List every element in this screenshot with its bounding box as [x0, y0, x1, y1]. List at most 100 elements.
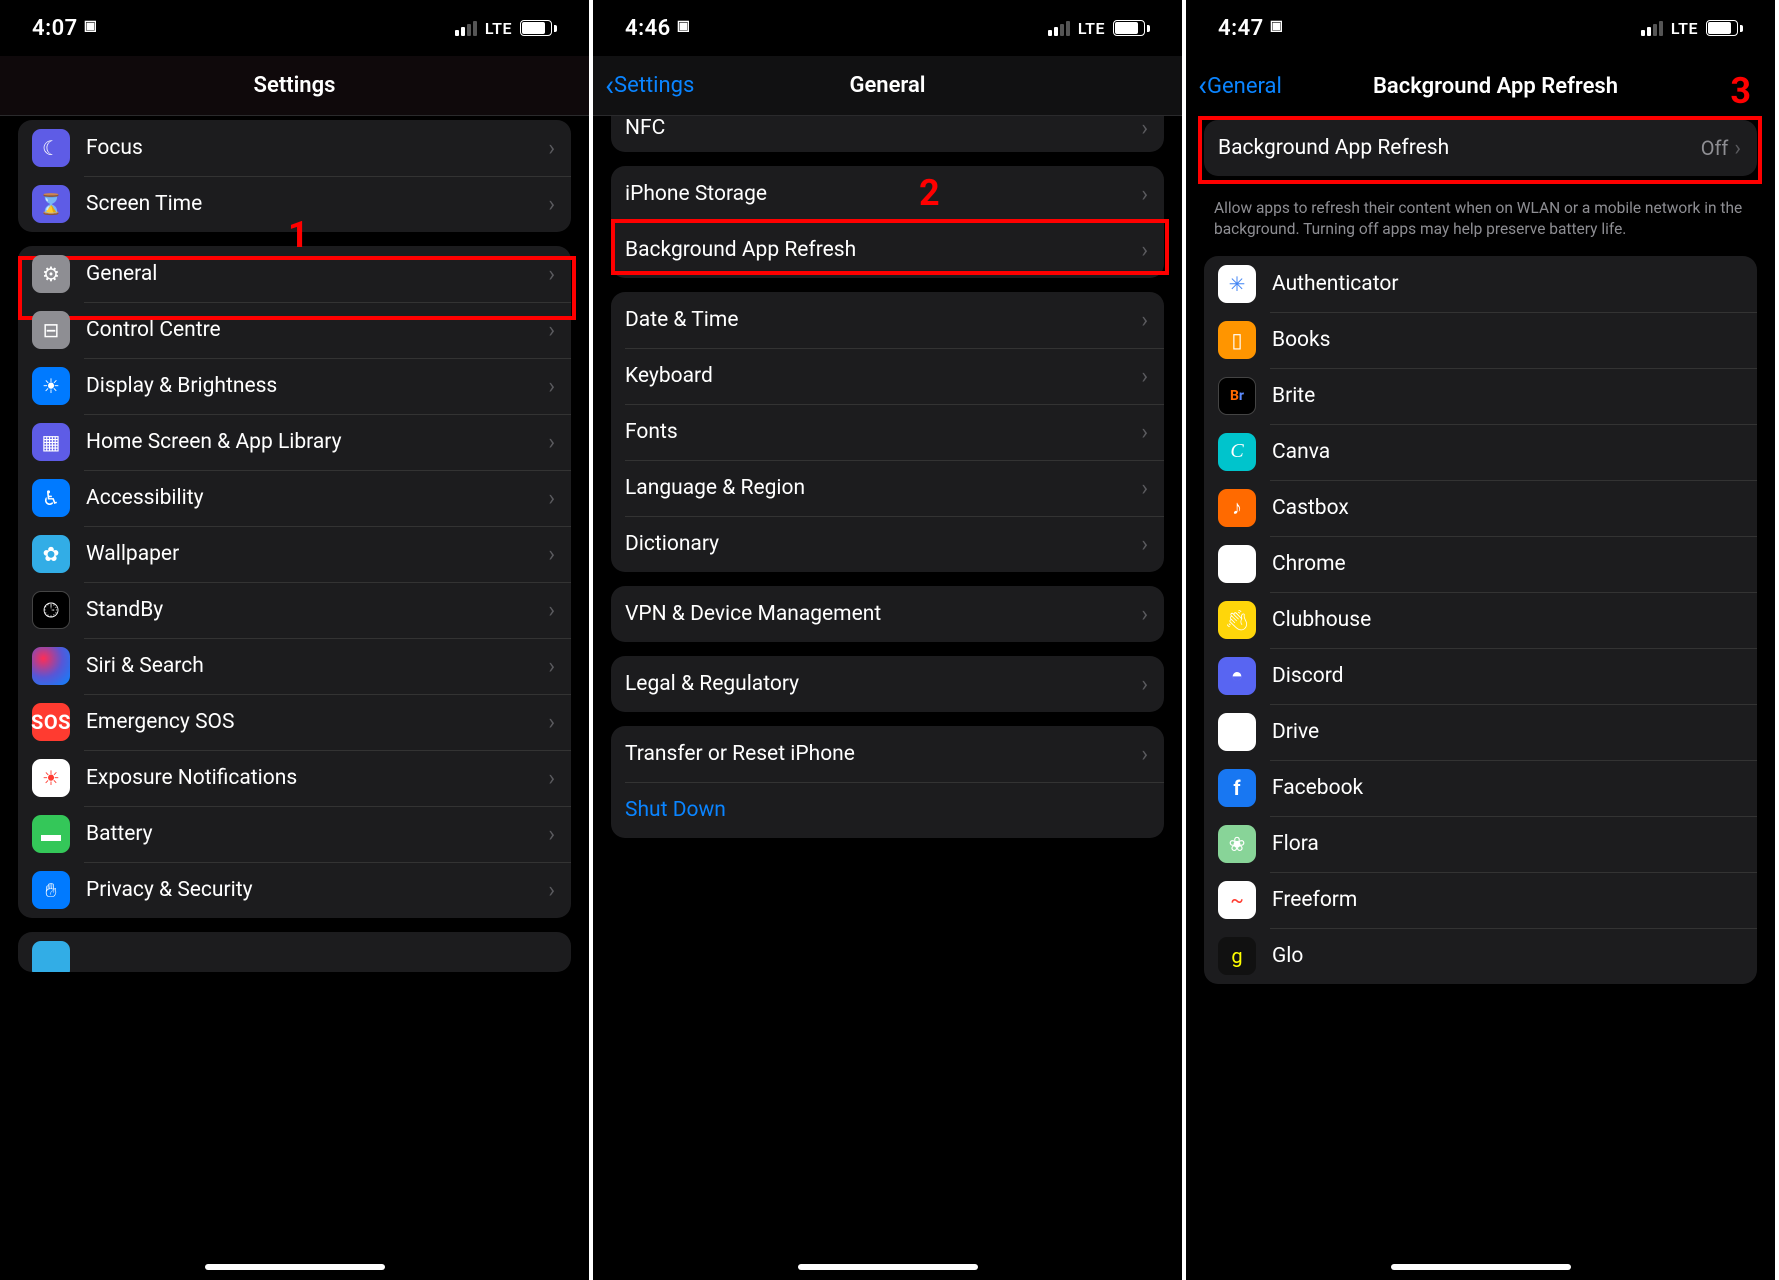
row-label: Facebook: [1272, 776, 1741, 800]
general-row-legal[interactable]: Legal & Regulatory ›: [611, 656, 1164, 712]
general-row-keyboard[interactable]: Keyboard ›: [611, 348, 1164, 404]
row-label: Clubhouse: [1272, 608, 1741, 632]
app-row-discord[interactable]: ◓ Discord: [1204, 648, 1757, 704]
row-label: Chrome: [1272, 552, 1741, 576]
battery-icon: [1706, 20, 1743, 36]
app-row-drive[interactable]: ▲ Drive: [1204, 704, 1757, 760]
chevron-right-icon: ›: [1141, 116, 1148, 141]
page-title: Settings: [254, 73, 336, 98]
settings-row-screen-time[interactable]: ⌛ Screen Time ›: [18, 176, 571, 232]
row-label: Drive: [1272, 720, 1741, 744]
app-row-flora[interactable]: ❀ Flora: [1204, 816, 1757, 872]
chevron-right-icon: ›: [548, 318, 555, 343]
app-row-chrome[interactable]: ◉ Chrome: [1204, 536, 1757, 592]
app-row-authenticator[interactable]: ✳ Authenticator: [1204, 256, 1757, 312]
general-row-fonts[interactable]: Fonts ›: [611, 404, 1164, 460]
general-row-storage[interactable]: iPhone Storage ›: [611, 166, 1164, 222]
row-label: iPhone Storage: [625, 182, 1141, 206]
gear-icon: ⚙: [32, 255, 70, 293]
discord-icon: ◓: [1218, 657, 1256, 695]
row-label: NFC: [625, 116, 1141, 140]
chevron-right-icon: ›: [1141, 238, 1148, 263]
signal-icon: [1641, 21, 1663, 36]
row-label: Glo: [1272, 944, 1741, 968]
app-row-canva[interactable]: C Canva: [1204, 424, 1757, 480]
screenshot-settings: 4:07 ▣ LTE Settings ☾ Focus › ⌛ Screen T…: [0, 0, 593, 1280]
settings-row-sos[interactable]: SOS Emergency SOS ›: [18, 694, 571, 750]
settings-row-accessibility[interactable]: ♿︎ Accessibility ›: [18, 470, 571, 526]
row-label: Screen Time: [86, 192, 548, 216]
battery-icon: ▬: [32, 815, 70, 853]
home-indicator[interactable]: [798, 1264, 978, 1270]
signal-icon: [455, 21, 477, 36]
app-row-castbox[interactable]: ♪ Castbox: [1204, 480, 1757, 536]
chevron-right-icon: ›: [548, 262, 555, 287]
settings-row-home-screen[interactable]: ▦ Home Screen & App Library ›: [18, 414, 571, 470]
general-row-transfer[interactable]: Transfer or Reset iPhone ›: [611, 726, 1164, 782]
row-label: General: [86, 262, 548, 286]
settings-row-display[interactable]: ☀ Display & Brightness ›: [18, 358, 571, 414]
footer-description: Allow apps to refresh their content when…: [1186, 190, 1775, 242]
row-label: Books: [1272, 328, 1741, 352]
general-row-language[interactable]: Language & Region ›: [611, 460, 1164, 516]
drive-icon: ▲: [1218, 713, 1256, 751]
nav-header: ‹ Settings General: [593, 56, 1182, 116]
chevron-right-icon: ›: [1141, 420, 1148, 445]
flower-icon: ✿: [32, 535, 70, 573]
settings-row-standby[interactable]: 🕒︎ StandBy ›: [18, 582, 571, 638]
general-row-bar[interactable]: Background App Refresh ›: [611, 222, 1164, 278]
home-indicator[interactable]: [205, 1264, 385, 1270]
switches-icon: ⊟: [32, 311, 70, 349]
flora-icon: ❀: [1218, 825, 1256, 863]
nav-arrow-icon: ▣: [1270, 18, 1284, 34]
grid-icon: ▦: [32, 423, 70, 461]
row-label: Keyboard: [625, 364, 1141, 388]
sun-icon: ☀: [32, 367, 70, 405]
bar-master-row[interactable]: Background App Refresh Off ›: [1204, 120, 1757, 176]
facebook-icon: f: [1218, 769, 1256, 807]
settings-row-siri[interactable]: Siri & Search ›: [18, 638, 571, 694]
books-icon: ▯: [1218, 321, 1256, 359]
app-row-books[interactable]: ▯ Books: [1204, 312, 1757, 368]
clock-icon: 🕒︎: [32, 591, 70, 629]
back-button[interactable]: ‹ Settings: [605, 71, 694, 101]
app-row-freeform[interactable]: ~ Freeform: [1204, 872, 1757, 928]
general-row-nfc[interactable]: NFC ›: [611, 116, 1164, 152]
app-row-glo[interactable]: g Glo: [1204, 928, 1757, 984]
chevron-right-icon: ›: [548, 598, 555, 623]
row-label: Discord: [1272, 664, 1741, 688]
network-label: LTE: [1078, 19, 1105, 38]
settings-row-general[interactable]: ⚙ General ›: [18, 246, 571, 302]
settings-row-wallpaper[interactable]: ✿ Wallpaper ›: [18, 526, 571, 582]
general-row-dictionary[interactable]: Dictionary ›: [611, 516, 1164, 572]
row-label: Castbox: [1272, 496, 1741, 520]
settings-row-control-centre[interactable]: ⊟ Control Centre ›: [18, 302, 571, 358]
status-bar: 4:46 ▣ LTE: [593, 0, 1182, 56]
row-label: Legal & Regulatory: [625, 672, 1141, 696]
app-icon: [32, 941, 70, 972]
back-button[interactable]: ‹ General: [1198, 71, 1282, 101]
row-label: Background App Refresh: [1218, 136, 1701, 160]
castbox-icon: ♪: [1218, 489, 1256, 527]
settings-row-battery[interactable]: ▬ Battery ›: [18, 806, 571, 862]
nav-header: ‹ General Background App Refresh 3: [1186, 56, 1775, 116]
clubhouse-icon: 👋︎: [1218, 601, 1256, 639]
back-label: General: [1207, 74, 1282, 99]
battery-icon: [1113, 20, 1150, 36]
general-row-date[interactable]: Date & Time ›: [611, 292, 1164, 348]
chevron-right-icon: ›: [548, 710, 555, 735]
app-row-facebook[interactable]: f Facebook: [1204, 760, 1757, 816]
general-row-shutdown[interactable]: Shut Down: [611, 782, 1164, 838]
chevron-right-icon: ›: [548, 374, 555, 399]
app-row-clubhouse[interactable]: 👋︎ Clubhouse: [1204, 592, 1757, 648]
settings-row-privacy[interactable]: ✋︎ Privacy & Security ›: [18, 862, 571, 918]
settings-row-exposure[interactable]: ☀ Exposure Notifications ›: [18, 750, 571, 806]
chevron-right-icon: ›: [548, 822, 555, 847]
general-row-vpn[interactable]: VPN & Device Management ›: [611, 586, 1164, 642]
row-label: Emergency SOS: [86, 710, 548, 734]
home-indicator[interactable]: [1391, 1264, 1571, 1270]
settings-row-truncated[interactable]: [18, 932, 571, 972]
settings-row-focus[interactable]: ☾ Focus ›: [18, 120, 571, 176]
app-row-brite[interactable]: Br Brite: [1204, 368, 1757, 424]
canva-icon: C: [1218, 433, 1256, 471]
